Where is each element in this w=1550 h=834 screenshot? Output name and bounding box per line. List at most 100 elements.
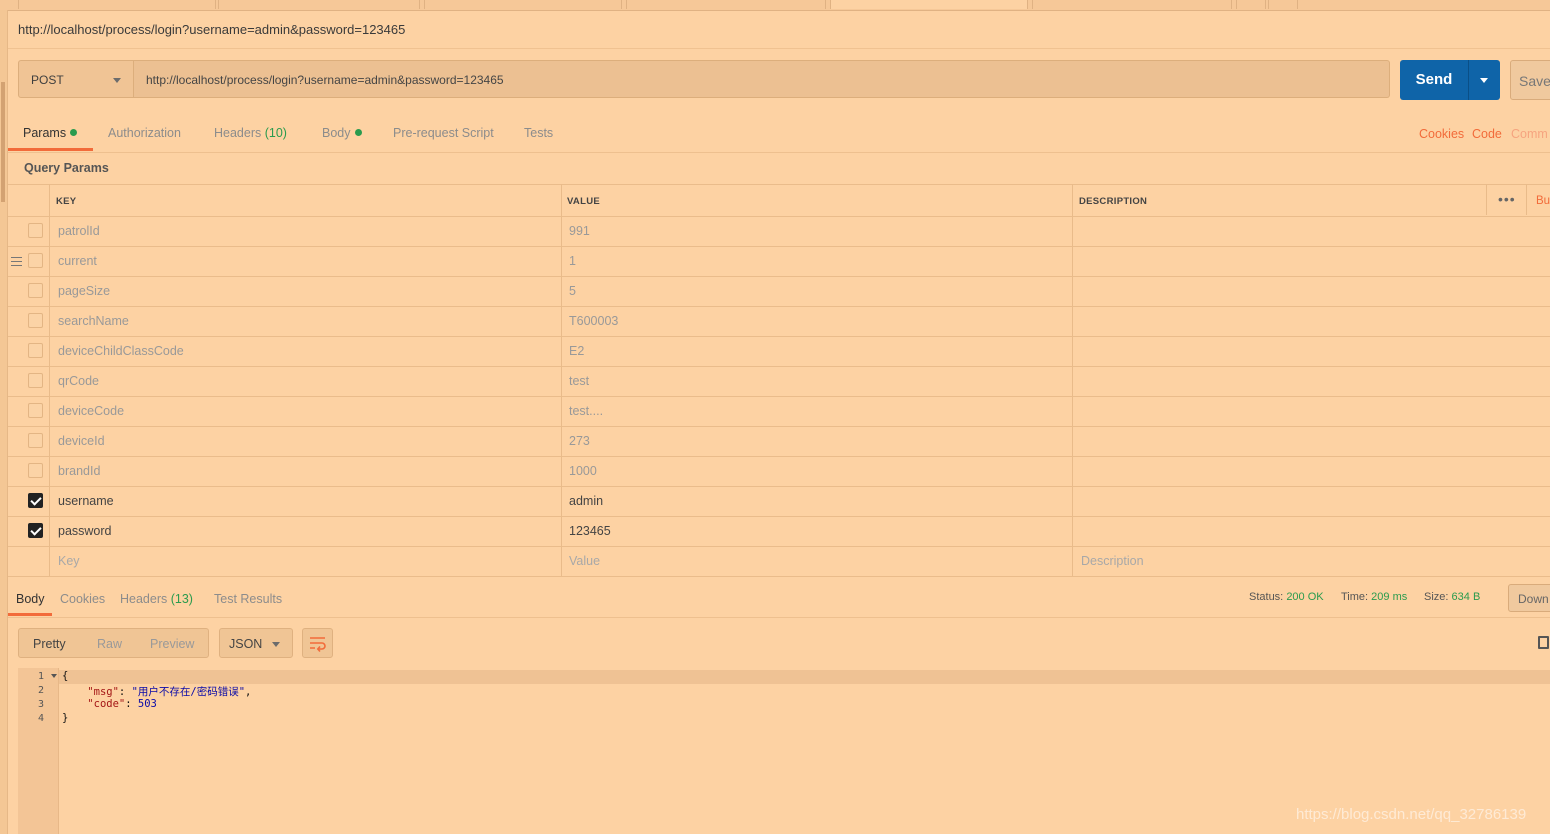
row-checkbox[interactable] (28, 253, 43, 268)
status-value: 200 OK (1286, 591, 1324, 603)
request-tab-active[interactable] (830, 0, 1028, 9)
param-value[interactable]: test (569, 374, 589, 388)
tab-params[interactable]: Params (23, 126, 78, 140)
row-checkbox[interactable] (28, 403, 43, 418)
param-value[interactable]: E2 (569, 344, 584, 358)
response-tab-headers[interactable]: Headers (13) (120, 592, 193, 606)
param-key[interactable]: username (58, 494, 114, 508)
row-checkbox[interactable] (28, 463, 43, 478)
json-number: 503 (137, 698, 157, 710)
download-button[interactable]: Down (1508, 584, 1550, 612)
method-select[interactable]: POST (18, 60, 134, 98)
cookies-link[interactable]: Cookies (1419, 127, 1464, 141)
request-name[interactable]: http://localhost/process/login?username=… (18, 22, 405, 37)
request-tab[interactable] (218, 0, 420, 9)
column-divider (1072, 184, 1073, 576)
request-tab[interactable] (1032, 0, 1232, 9)
param-key[interactable]: deviceChildClassCode (58, 344, 184, 358)
row-checkbox-checked[interactable] (28, 523, 43, 538)
new-tab-button[interactable] (1236, 0, 1266, 9)
format-raw[interactable]: Raw (97, 637, 122, 651)
response-tab-body[interactable]: Body (16, 592, 45, 606)
param-key[interactable]: pageSize (58, 284, 110, 298)
more-options-icon[interactable]: ••• (1498, 191, 1516, 207)
row-checkbox[interactable] (28, 283, 43, 298)
new-value-input[interactable]: Value (569, 554, 600, 568)
row-checkbox[interactable] (28, 223, 43, 238)
param-value[interactable]: admin (569, 494, 603, 508)
time-readout: Time: 209 ms (1341, 591, 1407, 603)
param-value[interactable]: 1 (569, 254, 576, 268)
row-checkbox[interactable] (28, 343, 43, 358)
request-tab[interactable] (18, 0, 216, 9)
status-readout: Status: 200 OK (1249, 591, 1324, 603)
request-tab-strip (0, 0, 1550, 11)
copy-icon[interactable] (1538, 636, 1549, 649)
param-value[interactable]: test.... (569, 404, 603, 418)
table-row: deviceChildClassCode E2 (8, 336, 1550, 367)
table-row: searchName T600003 (8, 306, 1550, 337)
request-tab[interactable] (626, 0, 826, 9)
headers-count-badge: (10) (264, 126, 287, 140)
drag-handle-icon[interactable] (11, 257, 22, 266)
watermark: https://blog.csdn.net/qq_32786139 (1296, 806, 1527, 823)
param-key[interactable]: searchName (58, 314, 129, 328)
new-key-input[interactable]: Key (58, 554, 80, 568)
code-link[interactable]: Code (1472, 127, 1502, 141)
response-headers-label: Headers (120, 592, 168, 606)
param-key[interactable]: password (58, 524, 112, 538)
row-checkbox-checked[interactable] (28, 493, 43, 508)
response-tab-test-results[interactable]: Test Results (214, 592, 282, 606)
tab-body[interactable]: Body (322, 126, 362, 140)
param-value[interactable]: T600003 (569, 314, 618, 328)
tab-authorization[interactable]: Authorization (108, 126, 181, 140)
send-button[interactable]: Send (1400, 60, 1500, 100)
request-tab[interactable] (424, 0, 622, 9)
param-key[interactable]: deviceId (58, 434, 105, 448)
url-value: http://localhost/process/login?username=… (146, 73, 504, 87)
bulk-edit-link[interactable]: Bu (1536, 195, 1550, 207)
url-input[interactable]: http://localhost/process/login?username=… (134, 60, 1390, 98)
param-value[interactable]: 991 (569, 224, 590, 238)
code-line: { (62, 670, 68, 682)
fold-chevron-icon[interactable] (51, 674, 57, 678)
line-number: 3 (37, 699, 44, 710)
param-key[interactable]: brandId (58, 464, 100, 478)
param-value[interactable]: 273 (569, 434, 590, 448)
sidebar-scrollbar-thumb[interactable] (1, 82, 5, 202)
param-value[interactable]: 5 (569, 284, 576, 298)
comments-link[interactable]: Comm (1511, 127, 1548, 141)
tab-prerequest-script[interactable]: Pre-request Script (393, 126, 494, 140)
new-description-input[interactable]: Description (1081, 554, 1144, 568)
size-value: 634 B (1451, 591, 1481, 603)
param-key[interactable]: deviceCode (58, 404, 124, 418)
tab-params-label: Params (23, 126, 67, 140)
param-key[interactable]: current (58, 254, 97, 268)
method-label: POST (31, 73, 64, 87)
param-key[interactable]: patrolId (58, 224, 100, 238)
param-key[interactable]: qrCode (58, 374, 99, 388)
table-row: username admin (8, 486, 1550, 517)
send-options-chevron-icon[interactable] (1480, 78, 1488, 83)
table-row: brandId 1000 (8, 456, 1550, 487)
tab-tests[interactable]: Tests (524, 126, 553, 140)
status-label: Status: (1249, 591, 1284, 603)
row-checkbox[interactable] (28, 313, 43, 328)
tab-menu-button[interactable] (1268, 0, 1298, 9)
row-checkbox[interactable] (28, 373, 43, 388)
active-tab-underline (8, 148, 93, 151)
param-value[interactable]: 1000 (569, 464, 597, 478)
param-value[interactable]: 123465 (569, 524, 611, 538)
new-param-row: Key Value Description (8, 546, 1550, 577)
format-preview[interactable]: Preview (150, 637, 194, 651)
language-select[interactable]: JSON (219, 628, 293, 658)
column-divider (561, 184, 562, 576)
brace-open: { (62, 670, 69, 682)
response-tab-cookies[interactable]: Cookies (60, 592, 105, 606)
tab-headers[interactable]: Headers (10) (214, 126, 287, 140)
save-button[interactable]: Save (1510, 60, 1550, 100)
json-string: "用户不存在/密码错误" (131, 686, 246, 698)
row-checkbox[interactable] (28, 433, 43, 448)
wrap-lines-button[interactable] (302, 628, 333, 658)
format-pretty[interactable]: Pretty (33, 637, 66, 651)
